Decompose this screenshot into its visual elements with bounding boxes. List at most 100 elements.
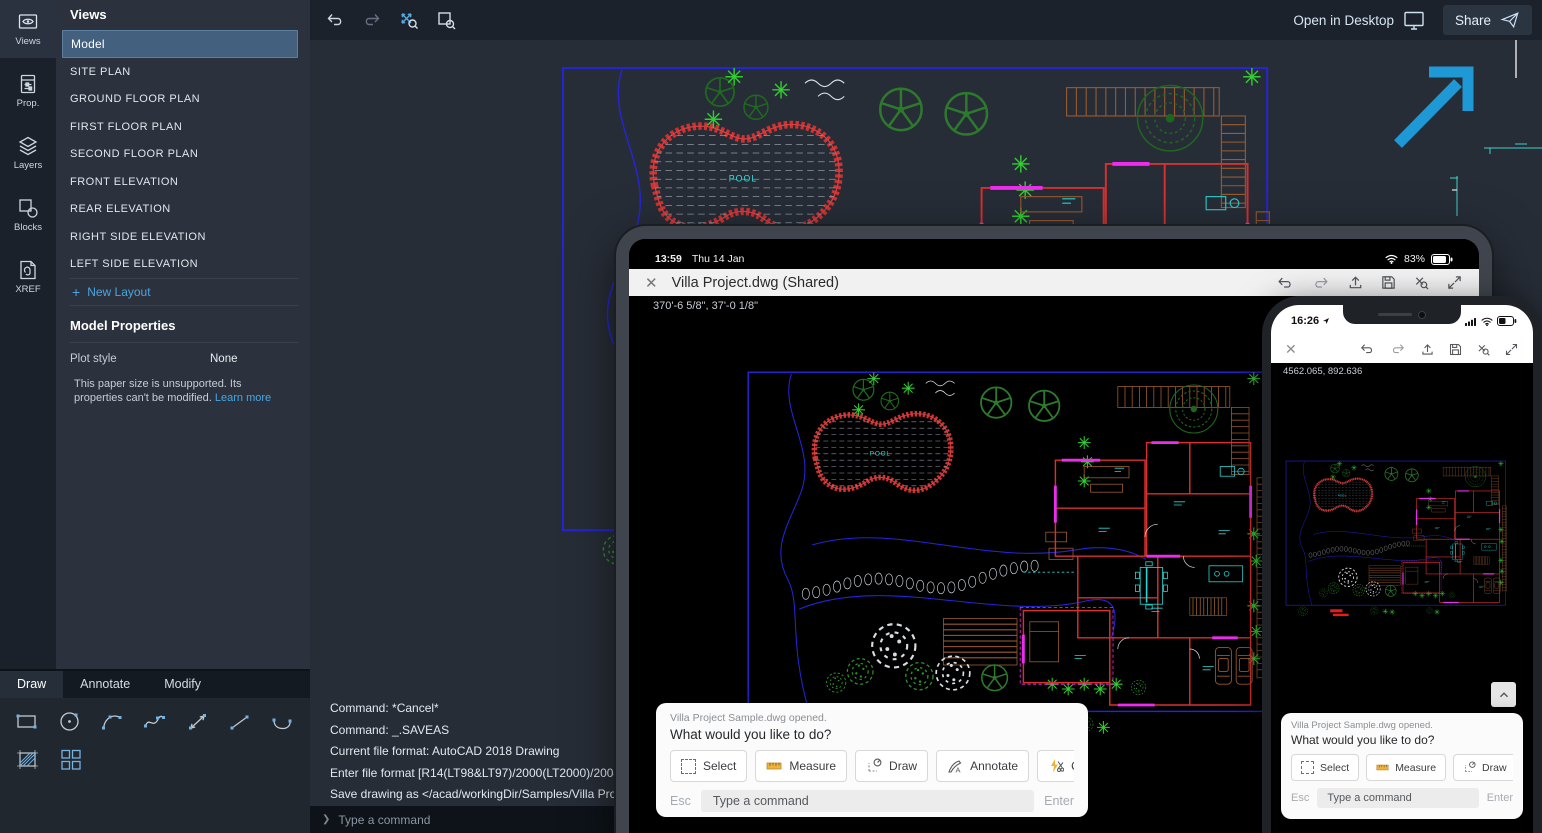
redo-icon[interactable] bbox=[1311, 274, 1331, 292]
measure-button[interactable]: Measure bbox=[1366, 754, 1446, 781]
measure-ruler-icon bbox=[766, 758, 782, 774]
upload-icon[interactable] bbox=[1420, 342, 1435, 357]
speaker-slot bbox=[1378, 313, 1412, 317]
views-panel-title: Views bbox=[70, 7, 107, 22]
sidebar-item-xref[interactable]: XREF bbox=[0, 248, 56, 306]
phone-cad-canvas[interactable] bbox=[1271, 377, 1533, 677]
phone-toolbar: ✕ bbox=[1271, 335, 1533, 363]
command-input[interactable]: Type a command bbox=[701, 790, 1034, 812]
open-in-desktop-button[interactable]: Open in Desktop bbox=[1293, 9, 1425, 31]
app-window: Command: *Cancel* Command: _.SAVEAS Curr… bbox=[0, 0, 1542, 833]
view-item[interactable]: REAR ELEVATION bbox=[56, 196, 310, 224]
esc-key-label[interactable]: Esc bbox=[1291, 792, 1309, 804]
view-item[interactable]: RIGHT SIDE ELEVATION bbox=[56, 223, 310, 251]
zoom-window-icon[interactable] bbox=[435, 9, 457, 31]
redo-icon[interactable] bbox=[1389, 341, 1407, 357]
view-item[interactable]: FIRST FLOOR PLAN bbox=[56, 113, 310, 141]
command-input[interactable]: Type a command bbox=[1317, 788, 1478, 808]
new-layout-label: New Layout bbox=[87, 285, 150, 299]
close-icon[interactable]: ✕ bbox=[1285, 341, 1297, 358]
measure-ruler-icon bbox=[1376, 761, 1389, 774]
close-icon[interactable]: ✕ bbox=[645, 274, 658, 292]
assistant-question: What would you like to do? bbox=[670, 727, 1074, 742]
prompt-chevron-icon: ❯ bbox=[322, 814, 330, 825]
wifi-icon bbox=[1385, 254, 1398, 264]
blocks-icon bbox=[17, 197, 39, 219]
zoom-extents-icon[interactable] bbox=[398, 9, 420, 31]
zoom-extents-icon[interactable] bbox=[1476, 342, 1491, 357]
save-icon[interactable] bbox=[1448, 342, 1463, 357]
chevron-up-icon bbox=[1496, 687, 1512, 703]
arc-tool-icon[interactable] bbox=[96, 708, 129, 736]
share-button[interactable]: Share bbox=[1443, 5, 1532, 35]
save-icon[interactable] bbox=[1380, 274, 1397, 291]
view-item[interactable]: FRONT ELEVATION bbox=[56, 168, 310, 196]
camera-dot bbox=[1418, 311, 1426, 319]
annotate-pen-icon bbox=[947, 758, 963, 774]
phone-status-bar: 16:26 bbox=[1271, 305, 1533, 335]
view-item[interactable]: GROUND FLOOR PLAN bbox=[56, 86, 310, 114]
model-properties-title: Model Properties bbox=[70, 318, 310, 333]
tab-draw[interactable]: Draw bbox=[0, 671, 63, 698]
left-icon-rail: Views Prop. Layers Blocks XREF bbox=[0, 0, 56, 669]
undo-icon[interactable] bbox=[1358, 341, 1376, 357]
sidebar-item-views[interactable]: Views bbox=[0, 0, 56, 58]
enter-key-label[interactable]: Enter bbox=[1487, 792, 1513, 804]
rectangle-tool-icon[interactable] bbox=[11, 708, 44, 736]
new-layout-button[interactable]: + New Layout bbox=[56, 279, 310, 305]
learn-more-link[interactable]: Learn more bbox=[215, 392, 271, 404]
tablet-assistant-panel: Villa Project Sample.dwg opened. What wo… bbox=[656, 703, 1088, 817]
blocks-palette-icon[interactable] bbox=[54, 746, 87, 774]
view-item-model[interactable]: Model bbox=[62, 30, 298, 58]
assistant-message: Villa Project Sample.dwg opened. bbox=[670, 712, 1074, 724]
plot-style-label: Plot style bbox=[70, 353, 210, 365]
tablet-battery-percent: 83% bbox=[1404, 253, 1425, 265]
enter-key-label[interactable]: Enter bbox=[1044, 794, 1074, 808]
fillet-arc-tool-icon[interactable] bbox=[266, 708, 299, 736]
annotate-button[interactable]: Annotate bbox=[936, 750, 1029, 782]
quick-trim-button[interactable]: Quick Trim bbox=[1037, 750, 1074, 782]
assistant-question: What would you like to do? bbox=[1291, 733, 1513, 747]
measure-button[interactable]: Measure bbox=[755, 750, 847, 782]
line-tool-icon[interactable] bbox=[224, 708, 257, 736]
undo-icon[interactable] bbox=[1275, 274, 1295, 292]
tablet-status-bar: 13:59 Thu 14 Jan 83% bbox=[629, 239, 1479, 269]
sidebar-item-layers[interactable]: Layers bbox=[0, 124, 56, 182]
view-item[interactable]: SITE PLAN bbox=[56, 58, 310, 86]
desktop-monitor-icon bbox=[1403, 9, 1425, 31]
draw-button[interactable]: Draw bbox=[855, 750, 928, 782]
select-label: Select bbox=[1320, 762, 1349, 774]
views-panel: Views Model SITE PLAN GROUND FLOOR PLAN … bbox=[56, 0, 310, 669]
undo-icon[interactable] bbox=[324, 10, 346, 30]
views-list: Model SITE PLAN GROUND FLOOR PLAN FIRST … bbox=[56, 30, 310, 405]
sidebar-item-blocks[interactable]: Blocks bbox=[0, 186, 56, 244]
circle-tool-icon[interactable] bbox=[54, 708, 87, 736]
collapse-panel-button[interactable] bbox=[1491, 682, 1516, 707]
spline-tool-icon[interactable] bbox=[139, 708, 172, 736]
ribbon-tabs: Draw Annotate Modify bbox=[0, 671, 310, 698]
select-button[interactable]: Select bbox=[670, 750, 747, 782]
command-prompt: Type a command bbox=[338, 813, 430, 827]
measure-label: Measure bbox=[789, 759, 836, 773]
view-item[interactable]: SECOND FLOOR PLAN bbox=[56, 141, 310, 169]
tab-annotate[interactable]: Annotate bbox=[63, 671, 147, 698]
redo-icon[interactable] bbox=[361, 10, 383, 30]
draw-button[interactable]: Draw bbox=[1453, 754, 1513, 781]
tab-modify[interactable]: Modify bbox=[147, 671, 218, 698]
zoom-extents-icon[interactable] bbox=[1413, 274, 1430, 291]
hatch-tool-icon[interactable] bbox=[11, 746, 44, 774]
plot-style-value[interactable]: None bbox=[210, 353, 238, 365]
expand-icon[interactable] bbox=[1446, 274, 1463, 291]
wifi-icon bbox=[1481, 317, 1493, 326]
dimension-tool-icon[interactable] bbox=[181, 708, 214, 736]
upload-icon[interactable] bbox=[1347, 274, 1364, 291]
esc-key-label[interactable]: Esc bbox=[670, 794, 691, 808]
phone-assistant-panel: Villa Project Sample.dwg opened. What wo… bbox=[1281, 713, 1523, 819]
phone-notch bbox=[1343, 305, 1461, 324]
quick-trim-label: Quick Trim bbox=[1071, 759, 1074, 773]
expand-icon[interactable] bbox=[1504, 342, 1519, 357]
sidebar-item-properties[interactable]: Prop. bbox=[0, 62, 56, 120]
plot-style-row: Plot style None bbox=[56, 343, 310, 373]
select-button[interactable]: Select bbox=[1291, 754, 1359, 781]
view-item[interactable]: LEFT SIDE ELEVATION bbox=[56, 251, 310, 279]
